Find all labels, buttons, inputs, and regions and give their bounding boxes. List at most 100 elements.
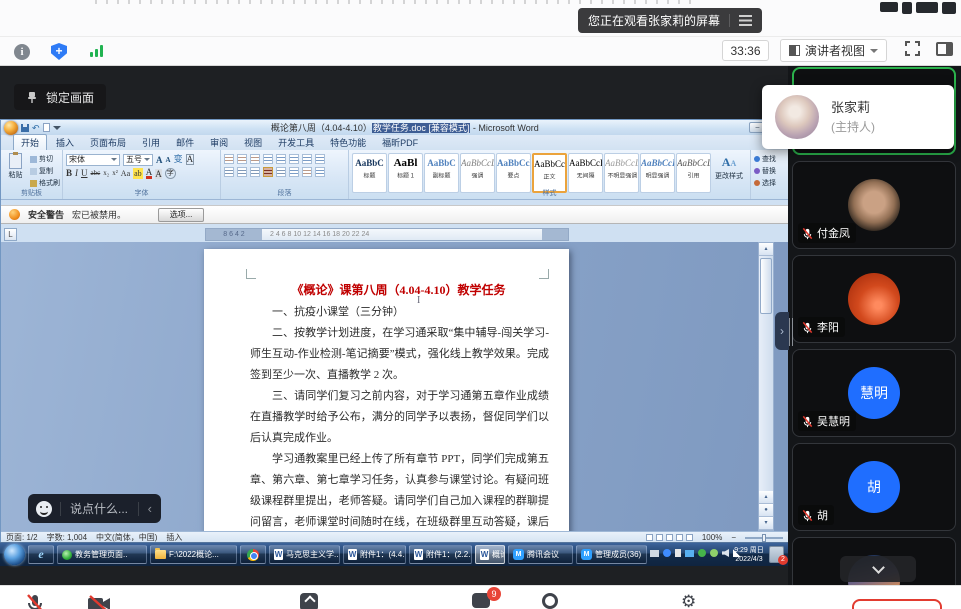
document-paragraph: 二、按教学计划进度，在学习通采取“集中辅导-闯关学习-师生互动-作业检测-笔记摘…: [250, 323, 549, 386]
participant-tile-hu[interactable]: 胡 胡: [792, 443, 956, 531]
sidebar-toggle-icon[interactable]: [936, 42, 953, 56]
browse-object-icon: ●: [759, 504, 773, 517]
divider: [729, 14, 730, 27]
word-doc-icon: W: [274, 549, 283, 560]
top-edge-artifact: [942, 2, 956, 14]
align-left-icon: [224, 167, 234, 177]
bullets-icon: [224, 154, 234, 164]
print-preview-icon: [43, 123, 50, 132]
scroll-participants-button[interactable]: [840, 556, 916, 582]
avatar-initials: 慧明: [860, 383, 888, 403]
word-doc-icon: W: [414, 549, 423, 560]
word-doc-icon: W: [480, 549, 489, 560]
chat-collapse-icon[interactable]: ‹: [139, 501, 161, 516]
meeting-header: i + 33:36 演讲者视图: [0, 0, 961, 66]
avatar-initials: 胡: [867, 477, 881, 497]
chat-input[interactable]: 说点什么...: [61, 500, 138, 517]
host-name: 张家莉: [831, 97, 870, 116]
end-meeting-button[interactable]: [852, 599, 942, 609]
sidebar-resize-grip[interactable]: [789, 318, 793, 346]
zoom-slider-thumb: [762, 534, 766, 542]
highlight-button: ab: [133, 168, 143, 179]
avatar: [775, 95, 819, 139]
taskbar-chrome-icon: [240, 545, 266, 564]
top-edge-artifact: [902, 2, 912, 14]
tray-icon: [675, 549, 681, 557]
margin-corner-mark: [539, 269, 549, 279]
participant-name: 胡: [817, 507, 828, 523]
cut-icon: [30, 156, 37, 163]
avatar: 慧明: [848, 367, 900, 419]
top-edge-artifact: [916, 2, 938, 13]
paste-icon: [9, 153, 22, 169]
increase-indent-icon: [276, 154, 286, 164]
participant-tile-liyang[interactable]: 李阳: [792, 255, 956, 343]
banner-menu-icon[interactable]: [739, 15, 752, 26]
document-paragraph: 三、请同学们复习之前内容，对于学习通第五章作业成绩在直播教学时给予公布，满分的同…: [250, 386, 549, 449]
ribbon-tabs: 开始 插入 页面布局 引用 邮件 审阅 视图 开发工具 特色功能 福昕PDF: [1, 135, 788, 150]
taskbar-item: M腾讯会议: [508, 545, 573, 564]
network-signal-icon[interactable]: [90, 45, 103, 57]
notification-badge: 2: [778, 555, 788, 565]
meeting-timer: 33:36: [722, 40, 769, 61]
security-options-button: 选项...: [158, 208, 204, 222]
participant-tile-wuhuiming[interactable]: 慧明 吴慧明: [792, 349, 956, 437]
share-screen-button[interactable]: [300, 593, 318, 609]
participant-label: 李阳: [798, 317, 845, 337]
top-edge-artifact: [95, 0, 695, 4]
tray-icon: [698, 549, 706, 557]
outline-view-icon: [676, 534, 683, 541]
participant-label: 胡: [798, 505, 834, 525]
tab-foxit-pdf: 福昕PDF: [375, 135, 425, 150]
mic-muted-icon: [801, 227, 814, 240]
document-title: 《概论》课第八周（4.04-4.10）教学任务: [250, 281, 547, 298]
ruler-right-margin: [542, 229, 568, 240]
tray-icon: [685, 550, 694, 557]
grow-font-icon: A: [156, 155, 163, 165]
meeting-info-icon[interactable]: i: [14, 44, 30, 60]
tab-insert: 插入: [49, 135, 81, 150]
tab-special: 特色功能: [323, 135, 373, 150]
record-button[interactable]: [542, 593, 558, 609]
settings-gear-icon[interactable]: ⚙: [681, 593, 696, 609]
camera-muted-button[interactable]: [86, 593, 112, 609]
multilevel-list-icon: [250, 154, 260, 164]
word-window-title: 概论第八周（4.04-4.10）教学任务.doc [兼容模式] - Micros…: [64, 121, 746, 134]
tab-page-layout: 页面布局: [83, 135, 133, 150]
document-paragraph: 一、抗疫小课堂（三分钟）: [250, 302, 549, 323]
chat-input-bar[interactable]: 说点什么... ‹: [28, 494, 161, 523]
font-color-button: A: [146, 168, 153, 179]
tab-developer: 开发工具: [271, 135, 321, 150]
taskbar-item: W附件1：(2.2...: [409, 545, 472, 564]
view-mode-button[interactable]: 演讲者视图: [780, 39, 887, 62]
fullscreen-icon[interactable]: [905, 41, 920, 56]
character-shading-icon: A: [155, 169, 162, 179]
paragraph-group: 段落: [221, 150, 349, 199]
emoji-icon[interactable]: [36, 501, 52, 517]
tab-references: 引用: [135, 135, 167, 150]
participant-tile-fujinfeng[interactable]: 付金凤: [792, 161, 956, 249]
watching-banner-text: 您正在观看张家莉的屏幕: [588, 12, 720, 29]
sidebar-collapse-handle[interactable]: ›: [775, 312, 789, 350]
zoom-out-icon: −: [731, 533, 736, 542]
tray-icon: [663, 549, 671, 557]
replace-button: 替换: [754, 166, 784, 176]
previous-page-icon: ▴: [759, 491, 773, 504]
align-right-icon: [250, 167, 260, 177]
print-layout-view-icon: [646, 534, 653, 541]
office-button-icon: [4, 121, 18, 135]
word-window: ↶ 概论第八周（4.04-4.10）教学任务.doc [兼容模式] - Micr…: [0, 119, 789, 542]
tab-home: 开始: [13, 134, 47, 150]
shrink-font-icon: A: [166, 156, 171, 164]
scroll-up-icon: ▴: [759, 243, 773, 256]
participant-name: 付金凤: [817, 225, 850, 241]
phonetic-guide-icon: 变: [174, 154, 183, 165]
format-painter-icon: [30, 180, 37, 187]
lock-screen-button[interactable]: 锁定画面: [14, 84, 106, 110]
mic-muted-button[interactable]: [24, 593, 46, 609]
top-edge-artifact: [880, 2, 898, 12]
document-area: 《概论》课第八周（4.04-4.10）教学任务 I 一、抗疫小课堂（三分钟） 二…: [1, 242, 788, 531]
participant-name: 李阳: [817, 319, 839, 335]
security-warning-bar: 安全警告 宏已被禁用。 选项...: [1, 205, 788, 224]
taskbar-item: W附件1：(4.4...: [343, 545, 406, 564]
